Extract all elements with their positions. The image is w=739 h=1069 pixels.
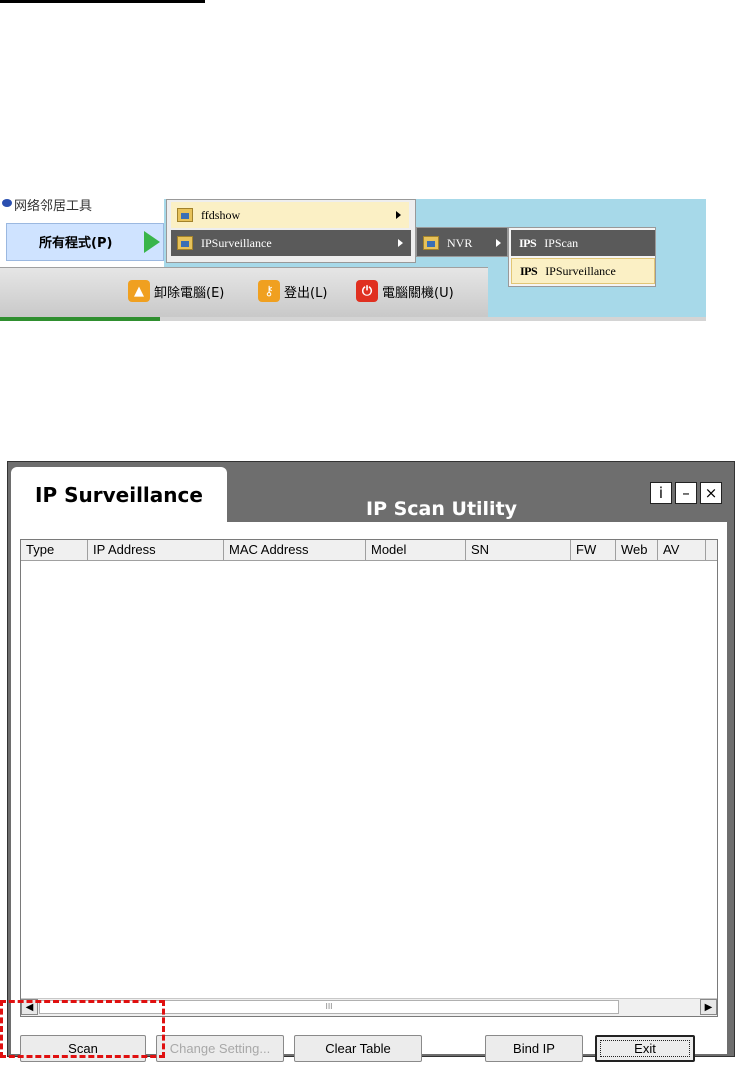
eject-icon: ▲ [128, 280, 150, 302]
menu-item-ipsurveillance-app[interactable]: IPS IPSurveillance [511, 258, 655, 284]
menu-item-label: IPSurveillance [201, 235, 272, 250]
logoff-label: 登出(L) [284, 285, 328, 301]
column-header-ip-address[interactable]: IP Address [88, 540, 224, 560]
taskbar-gray-strip [160, 317, 706, 321]
start-menu-bottom-bar: ▲ 卸除電腦(E) ⚷ 登出(L) ⏻ 電腦關機(U) [0, 267, 488, 318]
window-controls: i – × [650, 482, 722, 504]
all-programs-label: 所有程式(P) [39, 236, 113, 251]
menu-item-label: NVR [447, 235, 473, 250]
header-rule [0, 0, 205, 3]
undock-button[interactable]: ▲ 卸除電腦(E) [128, 278, 224, 304]
folder-icon [177, 236, 193, 250]
menu-item-nvr[interactable]: NVR [417, 230, 507, 256]
change-setting-button[interactable]: Change Setting... [156, 1035, 284, 1062]
nvr-submenu: NVR [416, 227, 508, 257]
app-title-tab: IP Surveillance [11, 467, 227, 522]
focus-ring [600, 1040, 690, 1057]
minimize-icon[interactable]: – [675, 482, 697, 504]
column-header-model[interactable]: Model [366, 540, 466, 560]
menu-item-label: IPScan [544, 235, 579, 250]
shutdown-button[interactable]: ⏻ 電腦關機(U) [356, 278, 454, 304]
submenu-arrow-icon [396, 211, 401, 219]
app-title: IP Surveillance [35, 482, 203, 507]
folder-icon [423, 236, 439, 250]
ips-logo-icon: IPS [520, 263, 538, 278]
ip-scan-window: IP Surveillance IP Scan Utility i – × Ty… [7, 461, 735, 1062]
menu-item-ffdshow[interactable]: ffdshow [171, 202, 409, 228]
info-icon[interactable]: i [650, 482, 672, 504]
taskbar-green-strip [0, 317, 160, 321]
submenu-arrow-icon [398, 239, 403, 247]
column-header-av[interactable]: AV [658, 540, 706, 560]
undock-label: 卸除電腦(E) [154, 285, 225, 301]
logoff-button[interactable]: ⚷ 登出(L) [258, 278, 327, 304]
start-menu-left-panel: 网络邻居工具 所有程式(P) [0, 199, 164, 267]
start-menu-screenshot: 网络邻居工具 所有程式(P) ▲ 卸除電腦(E) ⚷ 登出(L) ⏻ 電腦關機(… [0, 199, 706, 321]
utility-title: IP Scan Utility [366, 498, 518, 520]
key-icon: ⚷ [258, 280, 280, 302]
exit-button[interactable]: Exit [595, 1035, 695, 1062]
column-header-fw[interactable]: FW [571, 540, 616, 560]
main-panel: Type IP Address MAC Address Model SN FW … [11, 522, 727, 1062]
menu-item-ipscan[interactable]: IPS IPScan [511, 230, 655, 256]
recent-item-icon [2, 199, 12, 207]
close-icon[interactable]: × [700, 482, 722, 504]
recent-item-label[interactable]: 网络邻居工具 [14, 199, 92, 214]
programs-submenu: ffdshow IPSurveillance [166, 199, 416, 263]
power-icon: ⏻ [356, 280, 378, 302]
all-programs-arrow-icon [144, 231, 160, 253]
column-header-type[interactable]: Type [21, 540, 88, 560]
menu-item-label: IPSurveillance [545, 263, 616, 278]
clear-table-button[interactable]: Clear Table [294, 1035, 422, 1062]
folder-icon [177, 208, 193, 222]
device-table[interactable]: Type IP Address MAC Address Model SN FW … [20, 539, 718, 1017]
column-header-mac-address[interactable]: MAC Address [224, 540, 366, 560]
menu-item-label: ffdshow [201, 207, 241, 222]
bind-ip-button[interactable]: Bind IP [485, 1035, 583, 1062]
table-header: Type IP Address MAC Address Model SN FW … [21, 540, 717, 561]
menu-item-ipsurveillance[interactable]: IPSurveillance [171, 230, 411, 256]
column-header-web[interactable]: Web [616, 540, 658, 560]
shutdown-label: 電腦關機(U) [382, 285, 454, 301]
column-header-sn[interactable]: SN [466, 540, 571, 560]
all-programs-button[interactable]: 所有程式(P) [6, 223, 164, 261]
scroll-right-icon[interactable]: ▶ [700, 999, 717, 1015]
ips-logo-icon: IPS [519, 235, 537, 250]
submenu-arrow-icon [496, 239, 501, 247]
ips-submenu: IPS IPScan IPS IPSurveillance [508, 227, 656, 287]
scan-highlight-box [0, 1000, 165, 1058]
